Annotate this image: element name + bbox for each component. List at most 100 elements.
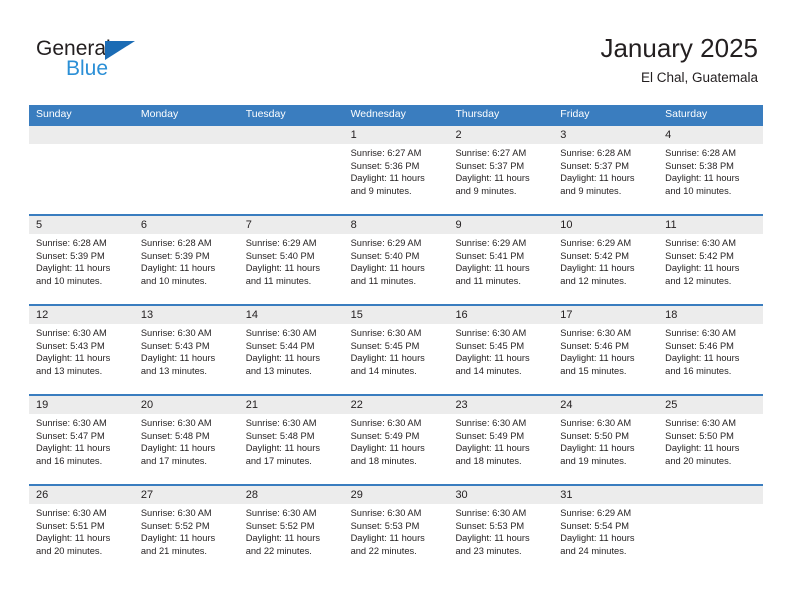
day-cell[interactable]: 15 Sunrise: 6:30 AM Sunset: 5:45 PM Dayl… [343, 304, 449, 394]
day-cell[interactable]: 22 Sunrise: 6:30 AM Sunset: 5:49 PM Dayl… [343, 394, 449, 484]
sunset-text: Sunset: 5:50 PM [560, 430, 630, 441]
logo-triangle-icon [105, 41, 135, 60]
daylight-text: Daylight: 11 hours and 11 minutes. [245, 263, 320, 286]
day-details: Sunrise: 6:29 AM Sunset: 5:40 PM Dayligh… [344, 234, 449, 287]
daylight-text: Daylight: 11 hours and 10 minutes. [665, 173, 740, 196]
day-number: 1 [343, 126, 449, 144]
day-cell[interactable]: 17 Sunrise: 6:30 AM Sunset: 5:46 PM Dayl… [553, 304, 659, 394]
sunset-text: Sunset: 5:54 PM [560, 520, 630, 531]
weekday-header-monday: Monday [140, 108, 179, 120]
day-number: 11 [658, 216, 764, 234]
day-cell[interactable]: 24 Sunrise: 6:30 AM Sunset: 5:50 PM Dayl… [553, 394, 659, 484]
sunset-text: Sunset: 5:47 PM [36, 430, 105, 441]
day-number: 13 [133, 306, 239, 324]
day-cell[interactable]: 29 Sunrise: 6:30 AM Sunset: 5:53 PM Dayl… [343, 484, 449, 574]
sunrise-text: Sunrise: 6:29 AM [560, 508, 632, 518]
sunset-text: Sunset: 5:46 PM [560, 340, 630, 351]
day-number: 21 [238, 396, 344, 414]
day-cell[interactable]: 3 Sunrise: 6:28 AM Sunset: 5:37 PM Dayli… [553, 124, 659, 214]
day-number: 29 [343, 486, 449, 504]
day-cell[interactable] [29, 124, 134, 214]
page-title: January 2025 [600, 33, 758, 63]
day-cell[interactable]: 4 Sunrise: 6:28 AM Sunset: 5:38 PM Dayli… [658, 124, 764, 214]
sunrise-text: Sunrise: 6:30 AM [665, 328, 736, 338]
day-details: Sunrise: 6:30 AM Sunset: 5:47 PM Dayligh… [29, 414, 134, 467]
day-cell[interactable]: 27 Sunrise: 6:30 AM Sunset: 5:52 PM Dayl… [133, 484, 239, 574]
sunset-text: Sunset: 5:37 PM [455, 160, 525, 171]
day-number: 7 [238, 216, 344, 234]
day-cell[interactable]: 7 Sunrise: 6:29 AM Sunset: 5:40 PM Dayli… [238, 214, 344, 304]
sunset-text: Sunset: 5:49 PM [350, 430, 420, 441]
day-cell[interactable]: 30 Sunrise: 6:30 AM Sunset: 5:53 PM Dayl… [448, 484, 554, 574]
daylight-text: Daylight: 11 hours and 11 minutes. [455, 263, 530, 286]
week-row: 5 Sunrise: 6:28 AM Sunset: 5:39 PM Dayli… [29, 214, 764, 304]
daylight-text: Daylight: 11 hours and 11 minutes. [350, 263, 425, 286]
day-cell[interactable]: 28 Sunrise: 6:30 AM Sunset: 5:52 PM Dayl… [238, 484, 344, 574]
day-details [239, 144, 344, 147]
day-cell[interactable]: 9 Sunrise: 6:29 AM Sunset: 5:41 PM Dayli… [448, 214, 554, 304]
day-cell[interactable]: 14 Sunrise: 6:30 AM Sunset: 5:44 PM Dayl… [238, 304, 344, 394]
day-cell[interactable]: 20 Sunrise: 6:30 AM Sunset: 5:48 PM Dayl… [133, 394, 239, 484]
day-number: 14 [238, 306, 344, 324]
sunrise-text: Sunrise: 6:30 AM [36, 328, 107, 338]
day-cell[interactable]: 6 Sunrise: 6:28 AM Sunset: 5:39 PM Dayli… [133, 214, 239, 304]
day-cell[interactable]: 21 Sunrise: 6:30 AM Sunset: 5:48 PM Dayl… [238, 394, 344, 484]
day-details [658, 504, 763, 507]
day-cell[interactable]: 10 Sunrise: 6:29 AM Sunset: 5:42 PM Dayl… [553, 214, 659, 304]
day-details: Sunrise: 6:28 AM Sunset: 5:37 PM Dayligh… [553, 144, 658, 197]
day-details: Sunrise: 6:28 AM Sunset: 5:38 PM Dayligh… [658, 144, 763, 197]
day-number: 5 [29, 216, 134, 234]
day-cell[interactable]: 13 Sunrise: 6:30 AM Sunset: 5:43 PM Dayl… [133, 304, 239, 394]
sunset-text: Sunset: 5:43 PM [36, 340, 105, 351]
sunset-text: Sunset: 5:36 PM [350, 160, 420, 171]
day-cell[interactable]: 31 Sunrise: 6:29 AM Sunset: 5:54 PM Dayl… [553, 484, 659, 574]
day-details: Sunrise: 6:30 AM Sunset: 5:43 PM Dayligh… [29, 324, 134, 377]
logo-text-blue: Blue [66, 57, 109, 80]
day-cell[interactable]: 2 Sunrise: 6:27 AM Sunset: 5:37 PM Dayli… [448, 124, 554, 214]
day-details: Sunrise: 6:30 AM Sunset: 5:46 PM Dayligh… [553, 324, 658, 377]
daylight-text: Daylight: 11 hours and 13 minutes. [36, 353, 111, 376]
day-cell[interactable]: 11 Sunrise: 6:30 AM Sunset: 5:42 PM Dayl… [658, 214, 764, 304]
day-cell[interactable]: 26 Sunrise: 6:30 AM Sunset: 5:51 PM Dayl… [29, 484, 134, 574]
sunrise-text: Sunrise: 6:30 AM [245, 418, 317, 428]
week-row: 1 Sunrise: 6:27 AM Sunset: 5:36 PM Dayli… [29, 124, 764, 214]
weekday-header-friday: Friday [560, 108, 590, 120]
sunrise-text: Sunrise: 6:28 AM [36, 238, 107, 248]
sunrise-text: Sunrise: 6:30 AM [665, 238, 736, 248]
day-number: 22 [343, 396, 449, 414]
day-cell[interactable]: 1 Sunrise: 6:27 AM Sunset: 5:36 PM Dayli… [343, 124, 449, 214]
daylight-text: Daylight: 11 hours and 14 minutes. [455, 353, 530, 376]
sunrise-text: Sunrise: 6:30 AM [560, 418, 632, 428]
day-cell[interactable] [658, 484, 764, 574]
sunrise-text: Sunrise: 6:29 AM [455, 238, 527, 248]
sunrise-text: Sunrise: 6:27 AM [455, 148, 527, 158]
day-cell[interactable]: 8 Sunrise: 6:29 AM Sunset: 5:40 PM Dayli… [343, 214, 449, 304]
sunrise-text: Sunrise: 6:29 AM [245, 238, 317, 248]
sunrise-text: Sunrise: 6:30 AM [560, 328, 632, 338]
day-cell[interactable] [133, 124, 239, 214]
day-cell[interactable]: 12 Sunrise: 6:30 AM Sunset: 5:43 PM Dayl… [29, 304, 134, 394]
day-number: 10 [553, 216, 659, 234]
day-details: Sunrise: 6:28 AM Sunset: 5:39 PM Dayligh… [29, 234, 134, 287]
weekday-header-sunday: Sunday [36, 108, 72, 120]
sunrise-text: Sunrise: 6:27 AM [350, 148, 422, 158]
day-number: 25 [658, 396, 764, 414]
day-cell[interactable]: 19 Sunrise: 6:30 AM Sunset: 5:47 PM Dayl… [29, 394, 134, 484]
sunrise-text: Sunrise: 6:30 AM [455, 328, 527, 338]
day-cell[interactable]: 25 Sunrise: 6:30 AM Sunset: 5:50 PM Dayl… [658, 394, 764, 484]
daylight-text: Daylight: 11 hours and 12 minutes. [560, 263, 635, 286]
sunset-text: Sunset: 5:42 PM [665, 250, 734, 261]
day-cell[interactable]: 23 Sunrise: 6:30 AM Sunset: 5:49 PM Dayl… [448, 394, 554, 484]
day-cell[interactable]: 5 Sunrise: 6:28 AM Sunset: 5:39 PM Dayli… [29, 214, 134, 304]
sunrise-text: Sunrise: 6:30 AM [455, 418, 527, 428]
day-details: Sunrise: 6:30 AM Sunset: 5:42 PM Dayligh… [658, 234, 763, 287]
sunset-text: Sunset: 5:52 PM [140, 520, 210, 531]
day-cell[interactable]: 16 Sunrise: 6:30 AM Sunset: 5:45 PM Dayl… [448, 304, 554, 394]
day-cell[interactable] [238, 124, 344, 214]
day-cell[interactable]: 18 Sunrise: 6:30 AM Sunset: 5:46 PM Dayl… [658, 304, 764, 394]
daylight-text: Daylight: 11 hours and 23 minutes. [455, 533, 530, 556]
day-details: Sunrise: 6:29 AM Sunset: 5:41 PM Dayligh… [448, 234, 553, 287]
daylight-text: Daylight: 11 hours and 15 minutes. [560, 353, 635, 376]
day-details [29, 144, 134, 147]
sunrise-text: Sunrise: 6:30 AM [140, 418, 212, 428]
